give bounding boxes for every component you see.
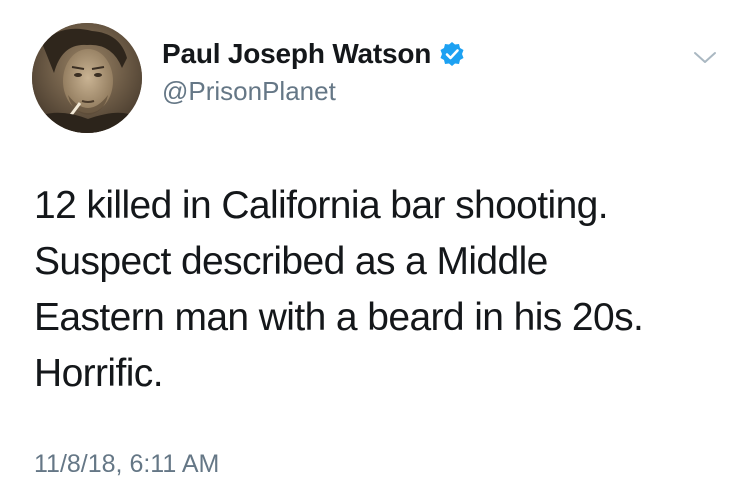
display-name-row: Paul Joseph Watson	[162, 36, 465, 72]
tweet-card: Paul Joseph Watson @PrisonPlanet 12 kill…	[0, 0, 749, 493]
verified-badge-icon	[439, 41, 465, 67]
profile-photo-icon	[32, 23, 142, 133]
tweet-text-line: Horrific.	[34, 352, 164, 395]
chevron-down-icon[interactable]	[692, 50, 718, 66]
tweet-text: 12 killed in California bar shooting. Su…	[34, 178, 734, 402]
tweet-text-line: 12 killed in California bar shooting.	[34, 184, 609, 227]
tweet-text-line: Suspect described as a Middle	[34, 240, 548, 283]
avatar[interactable]	[32, 23, 142, 133]
author-info: Paul Joseph Watson @PrisonPlanet	[162, 36, 465, 107]
tweet-timestamp[interactable]: 11/8/18, 6:11 AM	[34, 450, 219, 479]
tweet-text-line: Eastern man with a beard in his 20s.	[34, 296, 644, 339]
user-handle[interactable]: @PrisonPlanet	[162, 76, 465, 107]
display-name[interactable]: Paul Joseph Watson	[162, 38, 431, 70]
